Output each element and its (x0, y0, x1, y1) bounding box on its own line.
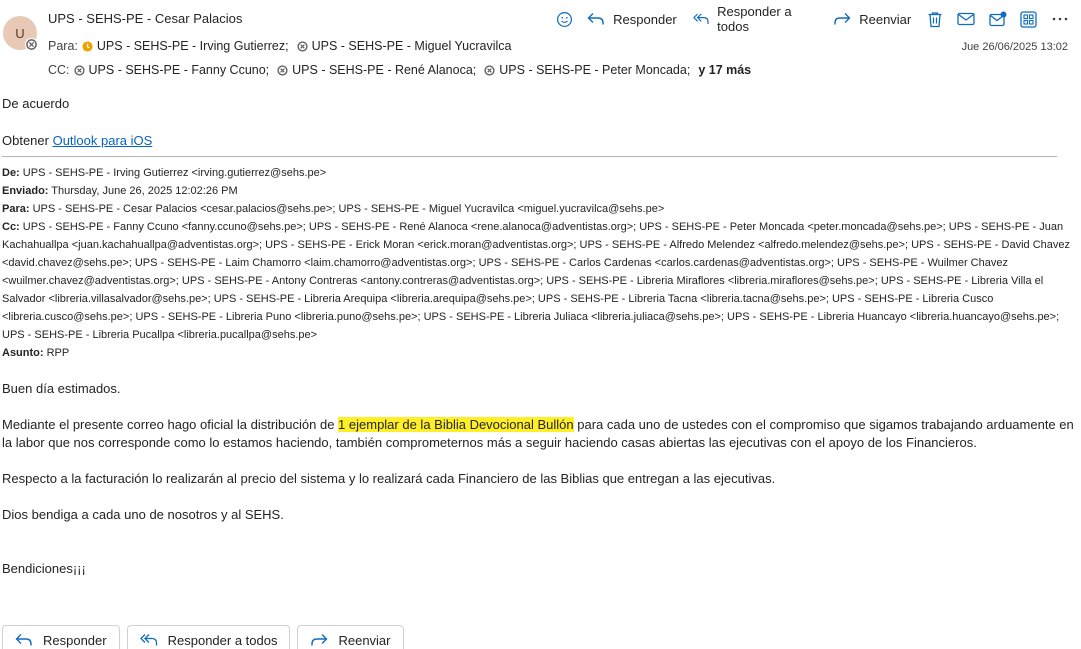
cc-label: CC: (48, 63, 70, 77)
recipient[interactable]: UPS - SEHS-PE - Peter Moncada; (484, 63, 690, 77)
orig-from: De: UPS - SEHS-PE - Irving Gutierrez <ir… (2, 164, 1077, 182)
quote-divider (2, 156, 1057, 157)
footer-actions: Responder Responder a todos Reenviar (2, 625, 411, 649)
recipient-name: UPS - SEHS-PE - Irving Gutierrez; (96, 39, 289, 53)
paragraph-1: Mediante el presente correo hago oficial… (2, 416, 1077, 452)
presence-blocked-icon (73, 64, 85, 76)
recipient[interactable]: UPS - SEHS-PE - Irving Gutierrez; (82, 39, 289, 53)
mark-read-icon[interactable] (956, 9, 976, 29)
more-icon[interactable] (1050, 9, 1070, 29)
footer-reply-all-label: Responder a todos (167, 632, 278, 648)
presence-blocked-icon (277, 64, 288, 76)
footer-reply-button[interactable]: Responder (2, 625, 120, 649)
presence-away-icon (82, 40, 93, 52)
orig-sent: Enviado: Thursday, June 26, 2025 12:02:2… (2, 182, 1077, 200)
signature-prefix: Obtener (2, 133, 53, 148)
reply-all-icon (692, 13, 709, 25)
emoji-icon[interactable] (554, 9, 574, 29)
reply-all-label: Responder a todos (717, 4, 792, 34)
closing: Bendiciones¡¡¡ (2, 561, 86, 576)
original-message-header: De: UPS - SEHS-PE - Irving Gutierrez <ir… (2, 164, 1077, 362)
footer-reply-all-button[interactable]: Responder a todos (126, 625, 291, 649)
orig-subject: Asunto: RPP (2, 344, 1077, 362)
orig-to: Para: UPS - SEHS-PE - Cesar Palacios <ce… (2, 200, 1077, 218)
outlook-ios-link[interactable]: Outlook para iOS (53, 133, 153, 148)
to-recipients: Para: UPS - SEHS-PE - Irving Gutierrez; … (48, 39, 519, 53)
forward-icon (834, 13, 851, 25)
presence-blocked-icon (25, 38, 38, 51)
orig-cc-label: Cc: (2, 221, 20, 233)
orig-to-label: Para: (2, 203, 30, 215)
reply-label: Responder (613, 11, 677, 27)
presence-blocked-icon (297, 40, 308, 52)
sender-name[interactable]: UPS - SEHS-PE - Cesar Palacios (48, 11, 242, 26)
message-toolbar: Responder Responder a todos Reenviar (554, 4, 1081, 34)
footer-reply-label: Responder (43, 632, 107, 648)
recipient[interactable]: UPS - SEHS-PE - Fanny Ccuno; (73, 63, 270, 77)
footer-forward-button[interactable]: Reenviar (297, 625, 404, 649)
message-header: U UPS - SEHS-PE - Cesar Palacios Para: U… (0, 0, 1081, 86)
orig-cc: Cc: UPS - SEHS-PE - Fanny Ccuno <fanny.c… (2, 218, 1077, 344)
recipient[interactable]: UPS - SEHS-PE - René Alanoca; (277, 63, 476, 77)
footer-forward-label: Reenviar (338, 632, 391, 648)
signature-line: Obtener Outlook para iOS (2, 132, 1077, 150)
reply-button[interactable]: Responder (587, 12, 677, 27)
paragraph-3: Dios bendiga a cada uno de nosotros y al… (2, 507, 284, 522)
reply-all-button[interactable]: Responder a todos (692, 4, 817, 34)
forward-label: Reenviar (859, 11, 912, 27)
orig-sent-label: Enviado: (2, 185, 49, 197)
orig-from-label: De: (2, 167, 20, 179)
orig-to-value: UPS - SEHS-PE - Cesar Palacios <cesar.pa… (29, 203, 665, 215)
recipient-name: UPS - SEHS-PE - Miguel Yucravilca (311, 39, 512, 53)
reply-icon (15, 634, 32, 646)
orig-subject-label: Asunto: (2, 347, 44, 359)
message-date: Jue 26/06/2025 13:02 (961, 41, 1068, 53)
recipient[interactable]: UPS - SEHS-PE - Miguel Yucravilca (297, 39, 512, 53)
cc-recipients: CC: UPS - SEHS-PE - Fanny Ccuno; UPS - S… (48, 63, 751, 77)
forward-icon (311, 634, 328, 646)
forward-button[interactable]: Reenviar (833, 12, 911, 27)
to-label: Para: (48, 39, 78, 53)
greeting: Buen día estimados. (2, 381, 121, 396)
p1-before: Mediante el presente correo hago oficial… (2, 417, 339, 432)
orig-sent-value: Thursday, June 26, 2025 12:02:26 PM (48, 185, 238, 197)
recipient-name: UPS - SEHS-PE - René Alanoca; (292, 63, 477, 77)
message-body: De acuerdo Obtener Outlook para iOS De: … (2, 95, 1077, 578)
recipient-name: UPS - SEHS-PE - Fanny Ccuno; (88, 63, 270, 77)
apps-icon[interactable] (1019, 9, 1039, 29)
highlighted-text: 1 ejemplar de la Biblia Devocional Bulló… (338, 417, 574, 432)
recipient-name: UPS - SEHS-PE - Peter Moncada; (499, 63, 691, 77)
avatar-initial: U (15, 25, 25, 41)
reply-all-icon (139, 634, 157, 646)
orig-from-value: UPS - SEHS-PE - Irving Gutierrez <irving… (19, 167, 327, 179)
delete-icon[interactable] (925, 9, 945, 29)
more-recipients-link[interactable]: y 17 más (698, 63, 751, 77)
reply-text: De acuerdo (2, 96, 70, 111)
presence-blocked-icon (484, 64, 495, 76)
paragraph-2: Respecto a la facturación lo realizarán … (2, 471, 776, 486)
orig-cc-value: UPS - SEHS-PE - Fanny Ccuno <fanny.ccuno… (2, 221, 1070, 341)
orig-subject-value: RPP (43, 347, 70, 359)
reply-icon (587, 13, 604, 25)
report-icon[interactable] (988, 9, 1008, 29)
